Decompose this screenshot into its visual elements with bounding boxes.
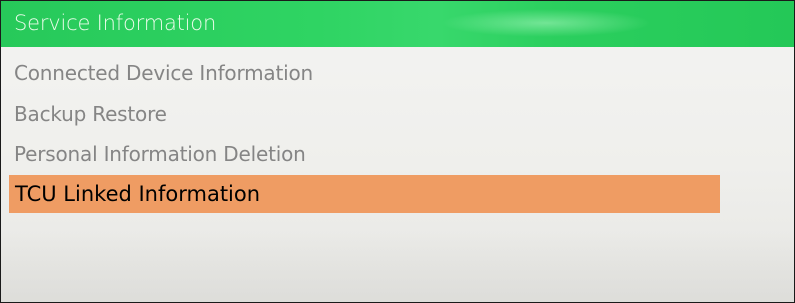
page-title: Service Information (14, 11, 217, 35)
screen-shading (1, 232, 794, 302)
menu-item-tcu-linked-information[interactable]: TCU Linked Information (9, 175, 720, 213)
menu-item-personal-information-deletion[interactable]: Personal Information Deletion (14, 142, 306, 166)
menu-item-connected-device-information[interactable]: Connected Device Information (14, 61, 313, 85)
screen-glare (441, 9, 651, 37)
menu-item-backup-restore[interactable]: Backup Restore (14, 102, 167, 126)
service-information-screen: Service Information Connected Device Inf… (0, 0, 795, 303)
title-bar: Service Information (1, 1, 794, 47)
